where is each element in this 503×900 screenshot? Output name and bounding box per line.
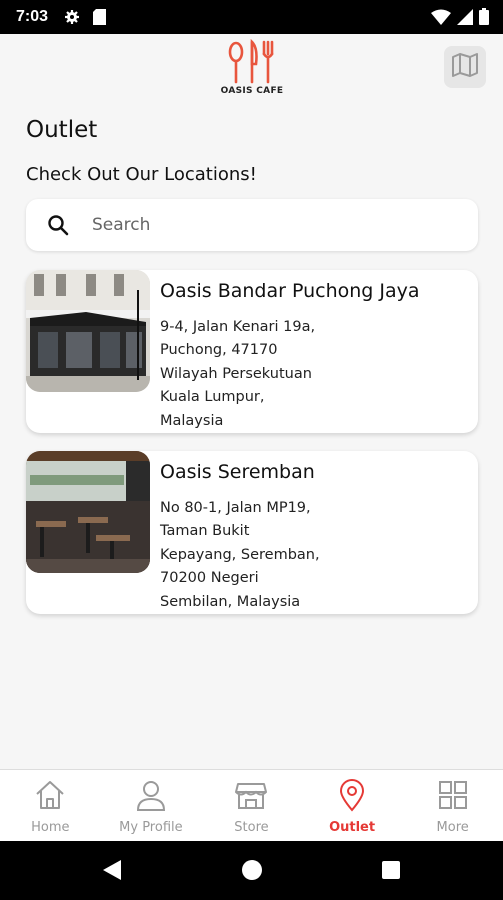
home-circle-icon[interactable]	[241, 859, 263, 885]
page-subtitle: Check Out Our Locations!	[26, 164, 257, 185]
map-icon	[451, 52, 479, 82]
map-button[interactable]	[444, 46, 486, 88]
system-nav-bar	[0, 841, 503, 900]
address-line: Kuala Lumpur,	[160, 389, 265, 406]
wifi-icon	[431, 9, 451, 29]
home-icon	[33, 778, 67, 816]
address-line: Kepayang, Seremban,	[160, 546, 320, 563]
status-right-icons	[431, 8, 489, 29]
nav-label: More	[436, 820, 469, 835]
nav-item-home[interactable]: Home	[0, 770, 101, 841]
outlet-name: Oasis Seremban	[160, 461, 315, 483]
nav-item-store[interactable]: Store	[201, 770, 302, 841]
battery-icon	[479, 8, 489, 29]
nav-item-my-profile[interactable]: My Profile	[101, 770, 202, 841]
oasis-cafe-logo: OASIS CAFE	[212, 38, 292, 98]
nav-item-more[interactable]: More	[402, 770, 503, 841]
status-time: 7:03	[16, 8, 49, 25]
store-icon	[234, 778, 268, 816]
address-line: Malaysia	[160, 412, 224, 429]
outlet-card[interactable]: Oasis Bandar Puchong Jaya 9-4, Jalan Ken…	[26, 270, 478, 433]
back-icon[interactable]	[101, 858, 123, 886]
sd-card-icon	[93, 9, 106, 29]
logo-text: OASIS CAFE	[220, 86, 284, 96]
nav-label: Home	[31, 820, 70, 835]
outlet-photo	[26, 270, 150, 392]
nav-item-outlet[interactable]: Outlet	[302, 770, 403, 841]
search-box[interactable]	[26, 199, 478, 251]
search-input[interactable]	[92, 211, 462, 239]
nav-label: My Profile	[119, 820, 183, 835]
outlet-address: 9-4, Jalan Kenari 19a, Puchong, 47170 Wi…	[160, 316, 350, 433]
page-title: Outlet	[26, 117, 98, 143]
recents-icon[interactable]	[381, 860, 401, 884]
status-bar: 7:03	[0, 0, 503, 34]
address-line: No 80-1, Jalan MP19,	[160, 500, 311, 516]
nav-label: Outlet	[329, 820, 376, 835]
signal-icon	[457, 8, 473, 29]
nav-label: Store	[234, 820, 269, 835]
address-line: 70200 Negeri	[160, 570, 259, 587]
address-line: Wilayah Persekutuan	[160, 365, 312, 382]
gear-icon	[64, 9, 80, 29]
outlet-address: No 80-1, Jalan MP19, Taman Bukit Kepayan…	[160, 497, 350, 614]
app-header: OASIS CAFE	[0, 34, 503, 100]
grid-icon	[436, 778, 470, 816]
profile-icon	[134, 778, 168, 816]
bottom-nav: Home My Profile Store Outlet More	[0, 769, 503, 841]
outlet-card[interactable]: Oasis Seremban No 80-1, Jalan MP19, Tama…	[26, 451, 478, 614]
search-icon	[46, 213, 70, 241]
outlet-name: Oasis Bandar Puchong Jaya	[160, 280, 420, 302]
address-line: Taman Bukit	[160, 523, 250, 540]
address-line: Puchong, 47170	[160, 342, 278, 359]
address-line: 9-4, Jalan Kenari 19a,	[160, 319, 316, 335]
location-pin-icon	[335, 778, 369, 816]
outlet-photo	[26, 451, 150, 573]
cutlery-logo-icon	[228, 38, 274, 84]
address-line: Sembilan, Malaysia	[160, 593, 301, 610]
